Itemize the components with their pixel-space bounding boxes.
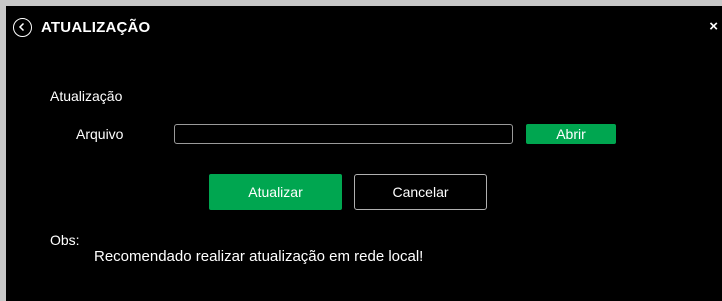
- dialog-header: ATUALIZAÇÃO ×: [6, 6, 722, 50]
- cancel-button[interactable]: Cancelar: [354, 174, 487, 210]
- obs-label: Obs:: [50, 232, 80, 248]
- obs-note: Recomendado realizar atualização em rede…: [94, 248, 424, 265]
- back-icon[interactable]: [13, 18, 32, 37]
- section-label: Atualização: [50, 88, 123, 104]
- open-file-button[interactable]: Abrir: [526, 124, 616, 144]
- page-title: ATUALIZAÇÃO: [41, 19, 151, 36]
- close-icon[interactable]: ×: [709, 18, 718, 35]
- update-dialog: ATUALIZAÇÃO × Atualização Arquivo Abrir …: [6, 6, 722, 301]
- file-label: Arquivo: [76, 126, 124, 142]
- update-button[interactable]: Atualizar: [209, 174, 342, 210]
- chevron-left-icon: [18, 22, 25, 32]
- file-path-input[interactable]: [174, 124, 513, 144]
